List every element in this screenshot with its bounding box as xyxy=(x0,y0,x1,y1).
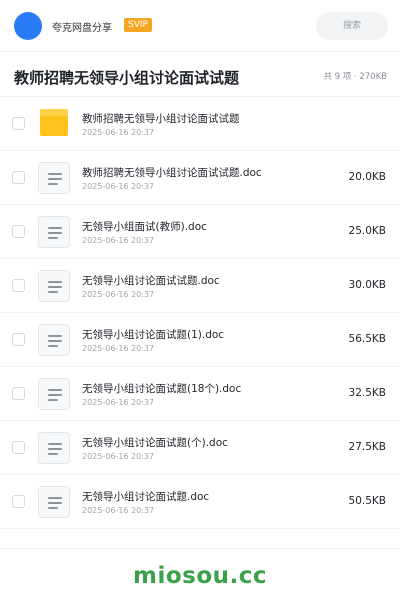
file-size: 30.0KB xyxy=(348,279,386,291)
row-checkbox[interactable] xyxy=(12,279,25,292)
file-row[interactable]: 无领导小组讨论面试试题.doc 2025-06-16 20:37 30.0KB xyxy=(0,259,400,313)
file-row[interactable]: 无领导小组讨论面试题(1).doc 2025-06-16 20:37 56.5K… xyxy=(0,313,400,367)
row-checkbox[interactable] xyxy=(12,225,25,238)
app-name: 夸克网盘分享 xyxy=(52,23,112,34)
row-checkbox[interactable] xyxy=(12,495,25,508)
row-checkbox[interactable] xyxy=(12,441,25,454)
document-icon xyxy=(38,324,70,356)
file-size: 20.0KB xyxy=(348,171,386,183)
avatar[interactable] xyxy=(14,12,42,40)
folder-icon xyxy=(38,108,70,140)
file-name: 无领导小组讨论面试题.doc xyxy=(82,491,210,503)
file-date: 2025-06-16 20:37 xyxy=(82,182,155,191)
document-icon xyxy=(38,486,70,518)
file-row[interactable]: 无领导小组讨论面试题.doc 2025-06-16 20:37 50.5KB xyxy=(0,475,400,529)
row-checkbox[interactable] xyxy=(12,387,25,400)
svip-badge: SVIP xyxy=(124,18,152,32)
folder-header: 教师招聘无领导小组讨论面试试题 共 9 项 · 270KB xyxy=(0,52,400,97)
file-name: 无领导小组面试(教师).doc xyxy=(82,221,207,233)
file-date: 2025-06-16 20:37 xyxy=(82,344,155,353)
file-name: 教师招聘无领导小组讨论面试试题 xyxy=(82,113,240,125)
file-name: 无领导小组讨论面试题(个).doc xyxy=(82,437,228,449)
file-name: 无领导小组讨论面试题(18个).doc xyxy=(82,383,242,395)
document-icon xyxy=(38,378,70,410)
row-checkbox[interactable] xyxy=(12,171,25,184)
row-checkbox[interactable] xyxy=(12,117,25,130)
row-checkbox[interactable] xyxy=(12,333,25,346)
file-date: 2025-06-16 20:37 xyxy=(82,398,155,407)
file-name: 无领导小组讨论面试试题.doc xyxy=(82,275,220,287)
top-bar: 夸克网盘分享 SVIP 搜索 xyxy=(0,0,400,52)
page-title: 教师招聘无领导小组讨论面试试题 xyxy=(14,69,240,87)
file-row[interactable]: 教师招聘无领导小组讨论面试试题.doc 2025-06-16 20:37 20.… xyxy=(0,151,400,205)
file-date: 2025-06-16 20:37 xyxy=(82,506,155,515)
footer: miosou.cc xyxy=(0,548,400,600)
file-size: 56.5KB xyxy=(348,333,386,345)
file-date: 2025-06-16 20:37 xyxy=(82,128,155,137)
file-size: 32.5KB xyxy=(348,387,386,399)
folder-summary: 共 9 项 · 270KB xyxy=(323,72,387,82)
site-watermark: miosou.cc xyxy=(132,563,268,589)
file-list: 教师招聘无领导小组讨论面试试题 2025-06-16 20:37 教师招聘无领导… xyxy=(0,97,400,529)
file-row[interactable]: 无领导小组讨论面试题(个).doc 2025-06-16 20:37 27.5K… xyxy=(0,421,400,475)
file-size: 25.0KB xyxy=(348,225,386,237)
search-button[interactable]: 搜索 xyxy=(316,12,388,40)
file-date: 2025-06-16 20:37 xyxy=(82,236,155,245)
file-size: 27.5KB xyxy=(348,441,386,453)
file-row[interactable]: 无领导小组面试(教师).doc 2025-06-16 20:37 25.0KB xyxy=(0,205,400,259)
document-icon xyxy=(38,162,70,194)
file-row[interactable]: 无领导小组讨论面试题(18个).doc 2025-06-16 20:37 32.… xyxy=(0,367,400,421)
file-date: 2025-06-16 20:37 xyxy=(82,452,155,461)
file-size: 50.5KB xyxy=(348,495,386,507)
file-name: 教师招聘无领导小组讨论面试试题.doc xyxy=(82,167,262,179)
file-name: 无领导小组讨论面试题(1).doc xyxy=(82,329,225,341)
document-icon xyxy=(38,270,70,302)
file-row-folder[interactable]: 教师招聘无领导小组讨论面试试题 2025-06-16 20:37 xyxy=(0,97,400,151)
file-date: 2025-06-16 20:37 xyxy=(82,290,155,299)
document-icon xyxy=(38,216,70,248)
document-icon xyxy=(38,432,70,464)
